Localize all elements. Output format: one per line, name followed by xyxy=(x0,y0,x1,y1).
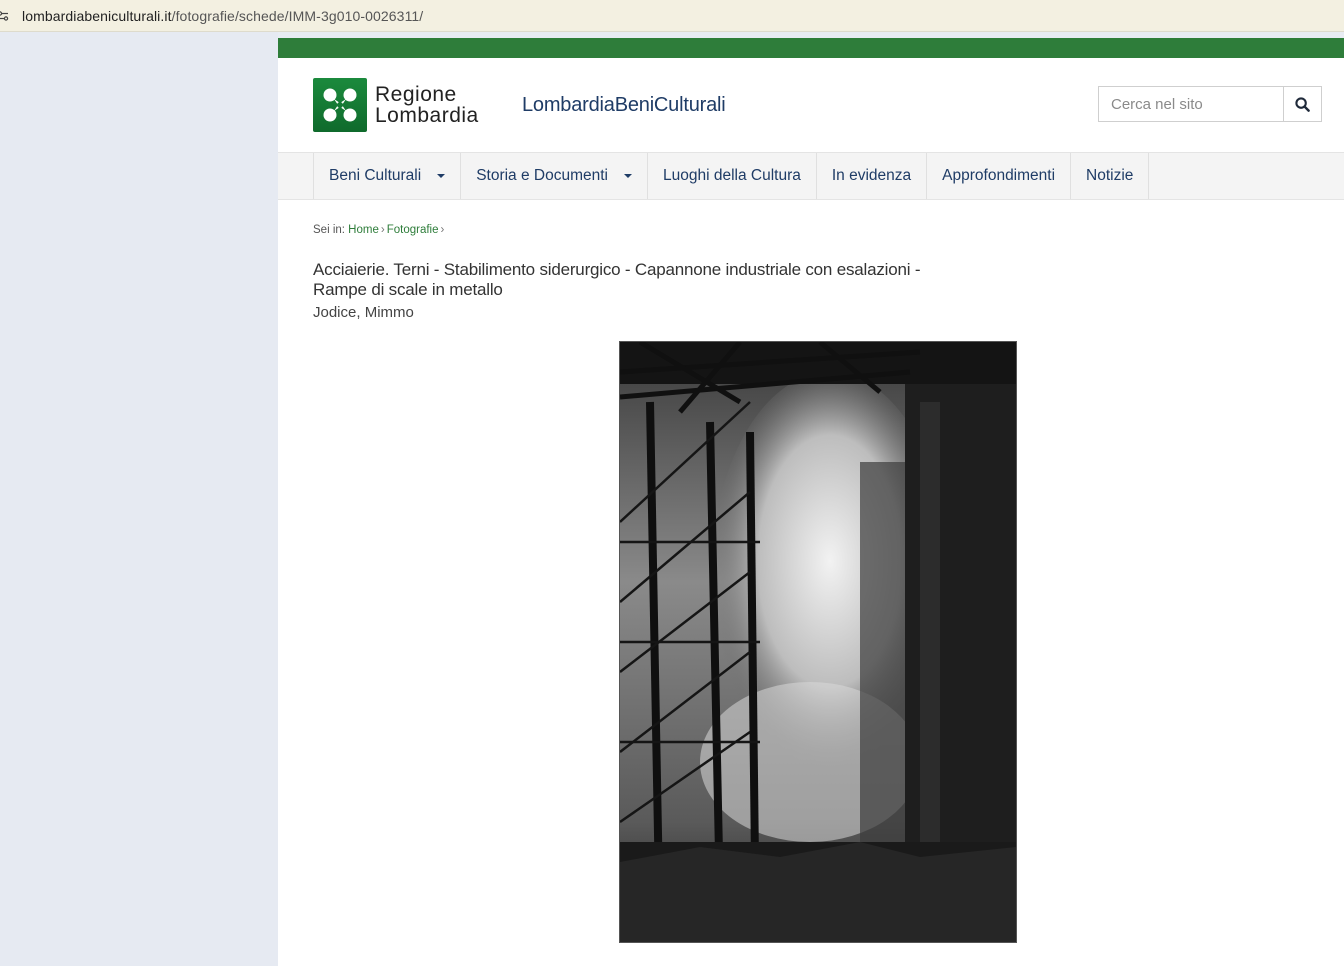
breadcrumb-home-link[interactable]: Home xyxy=(348,224,379,236)
browser-url-bar[interactable]: lombardiabeniculturali.it/fotografie/sch… xyxy=(0,0,1344,32)
breadcrumb-prefix: Sei in: xyxy=(313,224,345,236)
site-settings-icon[interactable] xyxy=(0,9,10,23)
search-icon xyxy=(1295,96,1310,112)
nav-item-label: Luoghi della Cultura xyxy=(663,167,801,184)
url-path: /fotografie/schede/IMM-3g010-0026311/ xyxy=(171,7,424,24)
site-name-link[interactable]: LombardiaBeniCulturali xyxy=(522,94,726,117)
site-header: Regione Lombardia LombardiaBeniCulturali xyxy=(278,58,1344,152)
nav-item-approfondimenti[interactable]: Approfondimenti xyxy=(927,153,1072,199)
record-title: Acciaierie. Terni - Stabilimento siderur… xyxy=(313,260,921,299)
regione-lombardia-logo[interactable]: Regione Lombardia xyxy=(313,78,479,132)
logo-line-2: Lombardia xyxy=(375,104,479,127)
steelworks-photo-image xyxy=(620,342,1016,942)
logo-line-1: Regione xyxy=(375,83,457,106)
lombardia-rose-icon xyxy=(313,78,367,132)
record-author: Jodice, Mimmo xyxy=(313,304,414,321)
nav-item-label: Storia e Documenti xyxy=(476,167,608,184)
record-photograph[interactable] xyxy=(619,341,1017,943)
chevron-down-icon xyxy=(624,174,632,178)
breadcrumb-separator: › xyxy=(440,224,445,236)
nav-item-label: Beni Culturali xyxy=(329,167,422,184)
nav-item-beni-culturali[interactable]: Beni Culturali xyxy=(314,153,462,199)
url-text[interactable]: lombardiabeniculturali.it/fotografie/sch… xyxy=(22,8,423,24)
main-nav-list: Beni Culturali Storia e Documenti Luoghi… xyxy=(313,153,1150,199)
nav-item-storia-e-documenti[interactable]: Storia e Documenti xyxy=(461,153,648,199)
breadcrumb: Sei in: Home › Fotografie › xyxy=(313,224,446,236)
url-domain: lombardiabeniculturali.it xyxy=(22,7,172,24)
site-page: Regione Lombardia LombardiaBeniCulturali… xyxy=(278,38,1344,966)
site-search xyxy=(1098,86,1322,122)
chevron-down-icon xyxy=(437,174,446,178)
nav-item-in-evidenza[interactable]: In evidenza xyxy=(817,153,928,199)
nav-item-label: In evidenza xyxy=(831,167,912,184)
top-green-bar xyxy=(278,38,1344,58)
nav-item-notizie[interactable]: Notizie xyxy=(1071,153,1150,199)
nav-item-luoghi-della-cultura[interactable]: Luoghi della Cultura xyxy=(648,153,817,199)
breadcrumb-separator: › xyxy=(380,224,385,236)
main-nav: Beni Culturali Storia e Documenti Luoghi… xyxy=(278,152,1344,200)
logo-text: Regione Lombardia xyxy=(375,84,479,126)
search-input[interactable] xyxy=(1098,86,1283,122)
breadcrumb-fotografie-link[interactable]: Fotografie xyxy=(387,224,439,236)
nav-item-label: Approfondimenti xyxy=(942,167,1056,184)
nav-item-label: Notizie xyxy=(1086,167,1134,184)
search-button[interactable] xyxy=(1283,86,1322,122)
left-empty-panel xyxy=(0,32,278,966)
